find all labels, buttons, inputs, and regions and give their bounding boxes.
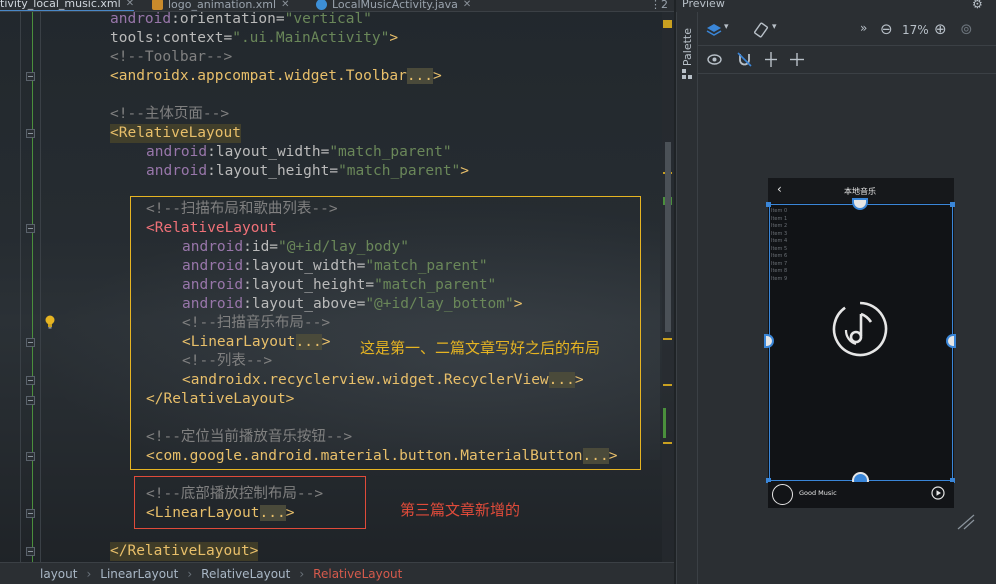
zoom-in-icon[interactable]: ⊕	[934, 20, 947, 38]
code-line: android:layout_height="match_parent">	[146, 163, 470, 179]
fold-toggle-icon[interactable]	[26, 338, 35, 347]
folded-region[interactable]: ...	[406, 68, 434, 84]
bottom-song-label: Good Music	[799, 489, 837, 497]
breadcrumb-item[interactable]: RelativeLayout	[313, 567, 402, 581]
gutter	[0, 12, 40, 562]
eye-icon[interactable]	[707, 54, 722, 65]
code-tag: <RelativeLayout	[110, 124, 241, 143]
fold-toggle-icon[interactable]	[26, 129, 35, 138]
scroll-thumb[interactable]	[665, 142, 671, 332]
code-tag: </RelativeLayout>	[110, 542, 259, 561]
device-bottom-bar	[768, 482, 954, 508]
zoom-out-icon[interactable]: ⊖	[880, 20, 893, 38]
fold-toggle-icon[interactable]	[26, 72, 35, 81]
xml-file-icon	[152, 0, 163, 10]
fold-toggle-icon[interactable]	[26, 376, 35, 385]
code-line: android:layout_width="match_parent"	[146, 144, 452, 160]
annotation-red-note: 第三篇文章新增的	[400, 501, 521, 519]
resize-handle[interactable]	[950, 202, 955, 207]
play-icon[interactable]	[931, 486, 945, 500]
breadcrumb-item[interactable]: RelativeLayout	[201, 567, 290, 581]
fold-toggle-icon[interactable]	[26, 452, 35, 461]
annotation-yellow-box	[130, 196, 641, 470]
tab-overflow-count: ⋮2	[650, 0, 668, 11]
preview-title-bar: Preview ⚙	[676, 0, 996, 12]
chevron-down-icon[interactable]: ▾	[724, 22, 729, 32]
error-marker[interactable]	[663, 20, 672, 28]
warning-marker[interactable]	[663, 442, 672, 444]
close-icon[interactable]: ✕	[281, 0, 289, 10]
close-icon[interactable]: ✕	[463, 0, 471, 10]
code-comment: <!--Toolbar-->	[110, 49, 233, 65]
constraint-handle-right[interactable]	[946, 334, 956, 348]
breadcrumb: layout › LinearLayout › RelativeLayout ›…	[0, 562, 674, 584]
chevron-down-icon[interactable]: ▾	[772, 22, 777, 32]
overflow-chevron-icon[interactable]: »	[860, 21, 867, 35]
magnet-off-icon[interactable]	[737, 52, 752, 67]
code-line: android:orientation="vertical"	[110, 11, 372, 27]
align-horizontal-icon[interactable]	[764, 52, 778, 67]
warning-marker[interactable]	[663, 338, 672, 340]
resize-grip-icon[interactable]	[956, 512, 976, 530]
resize-handle[interactable]	[766, 202, 771, 207]
fold-toggle-icon[interactable]	[26, 547, 35, 556]
breadcrumb-item[interactable]: layout	[40, 567, 77, 581]
editor-scrollbar[interactable]	[662, 12, 674, 562]
selection-outline[interactable]	[769, 204, 953, 481]
fold-toggle-icon[interactable]	[26, 224, 35, 233]
zoom-fit-icon[interactable]: ⊚	[960, 20, 973, 38]
orientation-icon[interactable]	[753, 22, 769, 38]
zoom-level: 17%	[902, 23, 929, 37]
breadcrumb-separator: ›	[187, 566, 193, 581]
gutter-divider	[40, 12, 41, 562]
device-title: 本地音乐	[844, 187, 876, 196]
gear-icon[interactable]: ⚙	[972, 0, 983, 11]
back-arrow-icon[interactable]: ‹	[777, 182, 782, 196]
annotation-yellow-note: 这是第一、二篇文章写好之后的布局	[360, 339, 601, 357]
fold-toggle-icon[interactable]	[26, 509, 35, 518]
code-line: tools:context=".ui.MainActivity">	[110, 30, 399, 46]
layers-icon[interactable]	[706, 23, 722, 37]
preview-title: Preview	[682, 0, 725, 10]
java-class-icon	[316, 0, 327, 10]
code-line: <androidx.appcompat.widget.Toolbar...>	[110, 68, 442, 84]
warning-marker[interactable]	[663, 384, 672, 386]
lightbulb-icon[interactable]	[44, 315, 56, 329]
preview-toolbar-secondary	[698, 46, 996, 74]
breadcrumb-separator: ›	[299, 566, 305, 581]
tab-label: tivity_local_music.xml	[0, 0, 121, 10]
annotation-red-box	[134, 476, 366, 529]
component-tree-icon[interactable]	[681, 68, 693, 80]
tab-overflow[interactable]: ⋮2	[650, 0, 668, 11]
breadcrumb-separator: ›	[86, 566, 92, 581]
close-icon[interactable]: ✕	[126, 0, 134, 9]
palette-tab[interactable]: Palette	[681, 28, 694, 66]
code-comment: <!--主体页面-->	[110, 106, 230, 122]
palette-strip[interactable]	[676, 12, 698, 584]
align-vertical-icon[interactable]	[790, 52, 804, 67]
preview-toolbar: ▾ ▾ » ⊖ 17% ⊕ ⊚	[698, 14, 996, 46]
album-art-icon	[772, 484, 793, 505]
breadcrumb-item[interactable]: LinearLayout	[100, 567, 178, 581]
change-marker[interactable]	[663, 408, 666, 438]
fold-toggle-icon[interactable]	[26, 396, 35, 405]
